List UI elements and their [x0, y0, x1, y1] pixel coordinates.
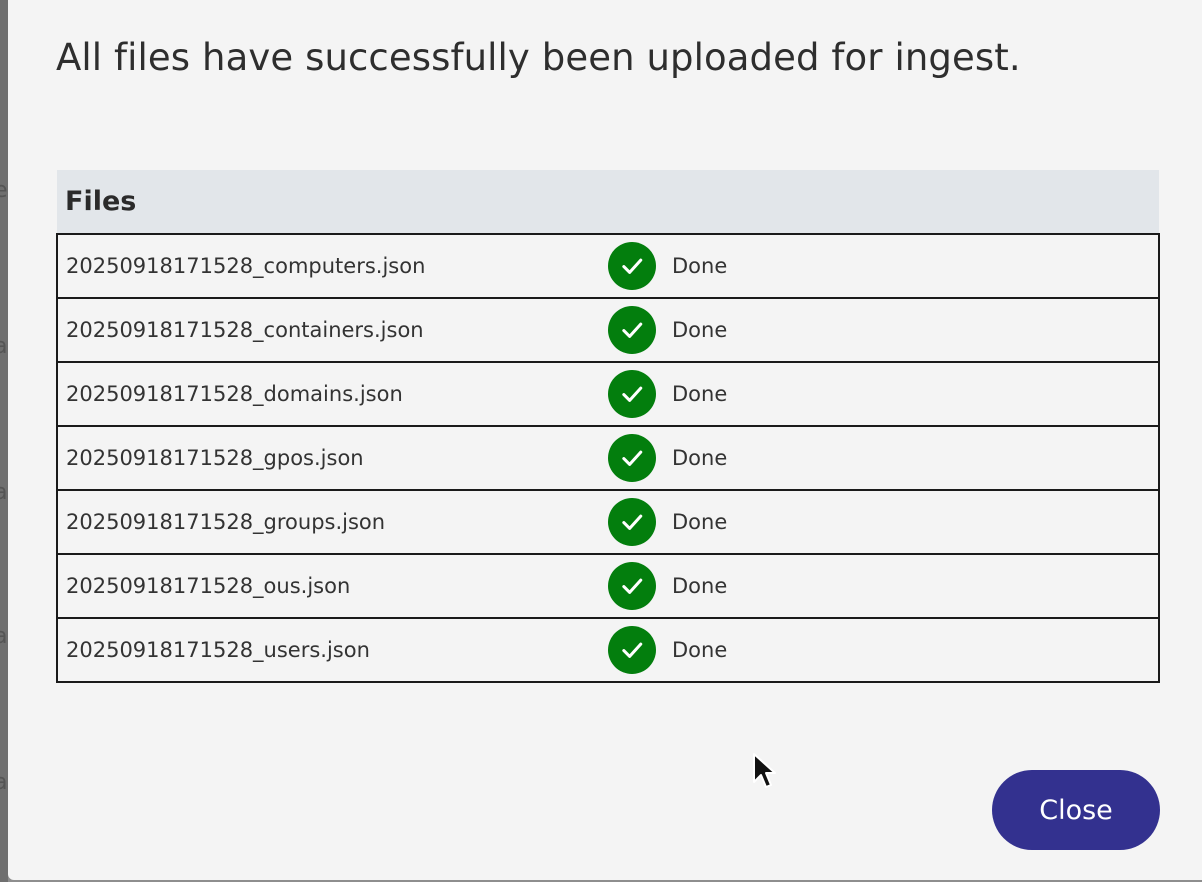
file-name: 20250918171528_computers.json	[56, 233, 608, 299]
file-name: 20250918171528_users.json	[56, 617, 608, 683]
check-circle-icon	[608, 626, 656, 674]
status-label: Done	[672, 254, 728, 278]
background-text-fragment: a	[0, 480, 8, 505]
table-row: 20250918171528_domains.json Done	[56, 361, 1160, 427]
background-text-fragment: a	[0, 334, 8, 359]
file-name: 20250918171528_gpos.json	[56, 425, 608, 491]
file-name: 20250918171528_domains.json	[56, 361, 608, 427]
status-cell: Done	[608, 425, 1160, 491]
check-circle-icon	[608, 498, 656, 546]
table-row: 20250918171528_gpos.json Done	[56, 425, 1160, 491]
upload-complete-dialog: All files have successfully been uploade…	[8, 0, 1202, 880]
check-circle-icon	[608, 562, 656, 610]
background-text-fragment: e	[0, 178, 8, 203]
status-label: Done	[672, 574, 728, 598]
file-name: 20250918171528_containers.json	[56, 297, 608, 363]
table-row: 20250918171528_ous.json Done	[56, 553, 1160, 619]
status-label: Done	[672, 638, 728, 662]
status-label: Done	[672, 446, 728, 470]
background-text-fragment: a	[0, 624, 8, 649]
status-cell: Done	[608, 489, 1160, 555]
status-cell: Done	[608, 361, 1160, 427]
background-overlay: e a a a a	[0, 0, 8, 882]
status-cell: Done	[608, 553, 1160, 619]
status-label: Done	[672, 382, 728, 406]
table-row: 20250918171528_computers.json Done	[56, 233, 1160, 299]
status-cell: Done	[608, 297, 1160, 363]
dialog-title: All files have successfully been uploade…	[56, 36, 1021, 79]
status-cell: Done	[608, 617, 1160, 683]
check-circle-icon	[608, 242, 656, 290]
files-column-header: Files	[57, 170, 1159, 234]
status-cell: Done	[608, 233, 1160, 299]
files-table: Files 20250918171528_computers.json Done…	[56, 170, 1160, 683]
table-header-row: Files	[57, 170, 1159, 234]
table-row: 20250918171528_containers.json Done	[56, 297, 1160, 363]
file-name: 20250918171528_groups.json	[56, 489, 608, 555]
mouse-cursor-icon	[753, 753, 776, 788]
close-button[interactable]: Close	[992, 770, 1160, 850]
check-circle-icon	[608, 306, 656, 354]
background-text-fragment: a	[0, 770, 8, 795]
file-name: 20250918171528_ous.json	[56, 553, 608, 619]
check-circle-icon	[608, 370, 656, 418]
status-label: Done	[672, 510, 728, 534]
status-label: Done	[672, 318, 728, 342]
files-table-body: 20250918171528_computers.json Done 20250…	[56, 233, 1160, 683]
table-row: 20250918171528_groups.json Done	[56, 489, 1160, 555]
table-row: 20250918171528_users.json Done	[56, 617, 1160, 683]
check-circle-icon	[608, 434, 656, 482]
